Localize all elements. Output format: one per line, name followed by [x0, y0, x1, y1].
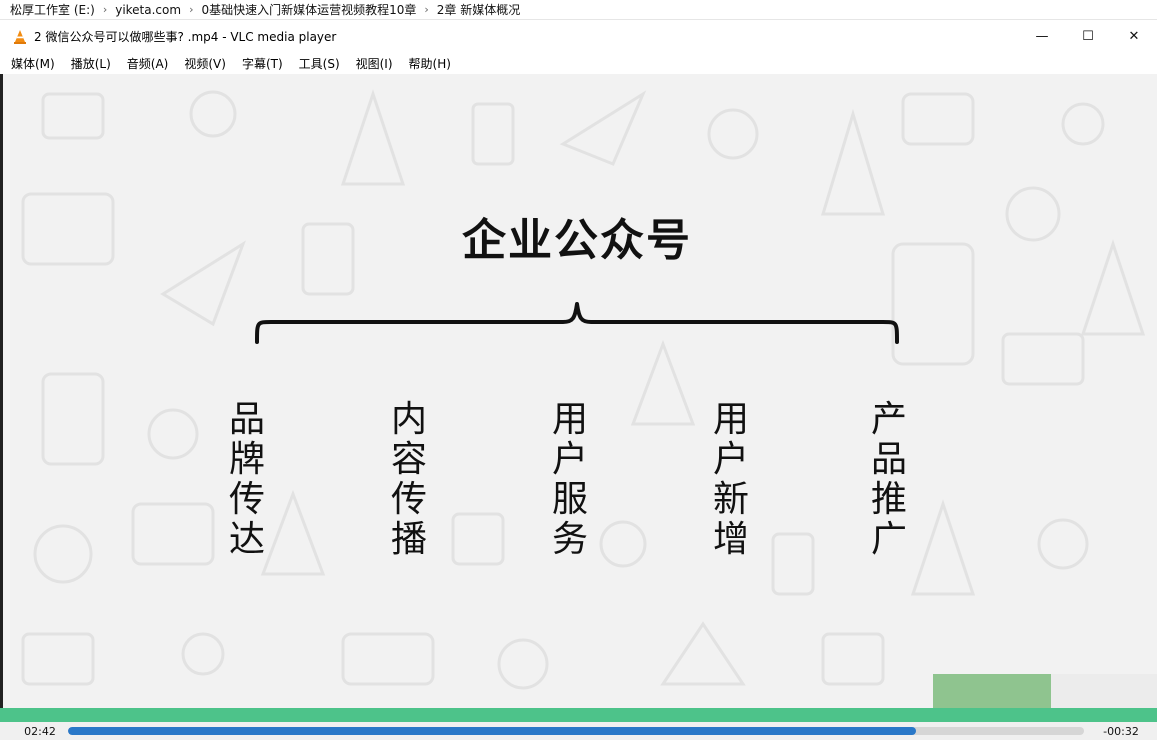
doodle-background — [21, 89, 1146, 690]
menu-media[interactable]: 媒体(M) — [3, 55, 63, 72]
menu-tools[interactable]: 工具(S) — [291, 55, 348, 72]
maximize-button[interactable]: ☐ — [1065, 21, 1111, 52]
minimize-icon: — — [1035, 29, 1049, 44]
menu-subtitle[interactable]: 字幕(T) — [234, 55, 291, 72]
seek-progress — [68, 727, 917, 735]
chevron-right-icon: › — [102, 3, 108, 16]
breadcrumb-item[interactable]: yiketa.com — [115, 3, 181, 17]
menu-bar: 媒体(M) 播放(L) 音频(A) 视频(V) 字幕(T) 工具(S) 视图(I… — [0, 53, 1157, 74]
video-bottom-strip — [0, 708, 1157, 722]
window-title: 2 微信公众号可以做哪些事? .mp4 - VLC media player — [34, 30, 337, 44]
menu-help[interactable]: 帮助(H) — [401, 55, 459, 72]
overlay-thumbnail — [933, 674, 1051, 708]
breadcrumb-item[interactable]: 松厚工作室 (E:) — [10, 1, 95, 18]
elapsed-time[interactable]: 02:42 — [10, 725, 70, 738]
close-button[interactable]: ✕ — [1111, 21, 1157, 52]
branch-user-growth: 用户新增 — [712, 399, 749, 560]
menu-audio[interactable]: 音频(A) — [119, 55, 177, 72]
chevron-right-icon: › — [189, 3, 194, 16]
branch-content: 内容传播 — [390, 399, 427, 560]
chevron-right-icon: › — [424, 3, 429, 16]
title-bar: 2 微信公众号可以做哪些事? .mp4 - VLC media player —… — [0, 21, 1157, 52]
branch-user-service: 用户服务 — [551, 399, 588, 560]
branch-product: 产品推广 — [870, 399, 907, 560]
slide-title: 企业公众号 — [462, 215, 692, 266]
overlay-thumbnail — [1051, 674, 1157, 708]
menu-playback[interactable]: 播放(L) — [63, 55, 119, 72]
breadcrumb-item[interactable]: 0基础快速入门新媒体运营视频教程10章 — [201, 1, 416, 18]
remaining-time[interactable]: -00:32 — [1091, 725, 1151, 738]
breadcrumb-item[interactable]: 2章 新媒体概况 — [437, 1, 520, 18]
maximize-icon: ☐ — [1082, 29, 1094, 44]
branch-brand: 品牌传达 — [228, 399, 265, 560]
minimize-button[interactable]: — — [1019, 21, 1065, 52]
curly-brace-icon — [255, 302, 899, 344]
seek-bar[interactable] — [68, 727, 1084, 735]
menu-view[interactable]: 视图(I) — [348, 55, 401, 72]
breadcrumb: 松厚工作室 (E:) › yiketa.com › 0基础快速入门新媒体运营视频… — [0, 0, 1157, 20]
close-icon: ✕ — [1128, 29, 1140, 44]
player-controls: 02:42 -00:32 — [0, 722, 1157, 740]
video-area[interactable]: 企业公众号 品牌传达 内容传播 用户服务 用户新增 产品推广 — [0, 74, 1157, 708]
vlc-cone-icon — [12, 29, 28, 45]
menu-video[interactable]: 视频(V) — [176, 55, 234, 72]
